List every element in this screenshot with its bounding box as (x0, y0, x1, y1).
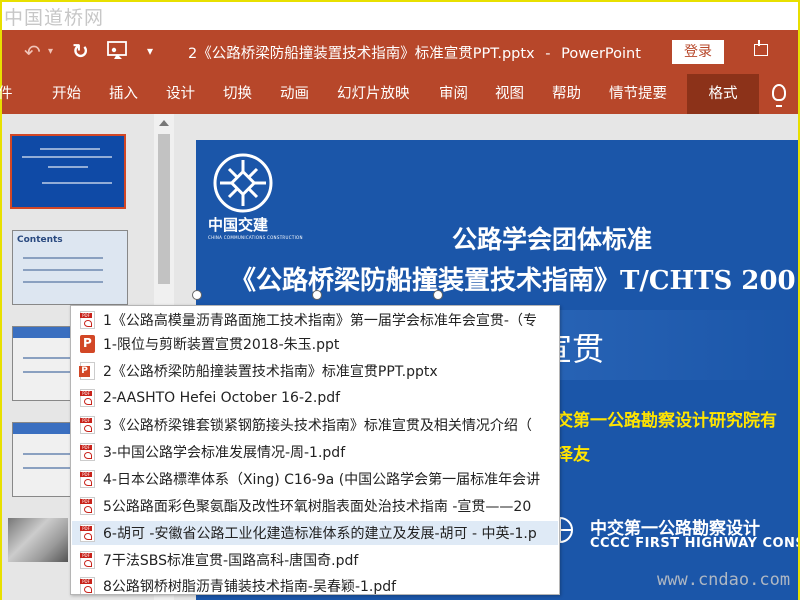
list-item[interactable]: PDF 3《公路桥梁锥套锁紧钢筋接头技术指南》标准宣贯及相关情况介绍（ (72, 413, 558, 437)
file-name: 6-胡可 -安徽省公路工业化建造标准体系的建立及发展-胡可 - 中英-1.p (103, 526, 537, 542)
redo-icon[interactable]: ↻ (72, 39, 89, 63)
list-item[interactable]: 1-限位与剪断装置宣贯2018-朱玉.ppt (72, 332, 558, 356)
scrollbar-thumb[interactable] (158, 134, 170, 284)
file-name: 4-日本公路標準体系（Xing) C16-9a (中国公路学会第一届标准年会讲 (103, 472, 541, 488)
tell-me-lightbulb-icon[interactable] (772, 84, 786, 107)
tab-design[interactable]: 设计 (166, 74, 195, 114)
tab-view[interactable]: 视图 (495, 74, 524, 114)
list-item[interactable]: PDF 2-AASHTO Hefei October 16-2.pdf (72, 386, 558, 410)
tab-review[interactable]: 审阅 (439, 74, 468, 114)
file-name: 5公路路面彩色聚氨酯及改性环氧树脂表面处治技术指南 -宣贯——20 (103, 499, 532, 515)
watermark-top: 中国道桥网 (4, 7, 105, 29)
file-name: 3-中国公路学会标准发展情况-周-1.pdf (103, 445, 346, 461)
pdf-file-icon: PDF (80, 497, 95, 515)
ppt-file-icon (80, 335, 95, 353)
pdf-file-icon: PDF (80, 524, 95, 542)
logo-text-cn: 中国交建 (208, 216, 269, 234)
pdf-file-icon: PDF (80, 443, 95, 461)
file-name: 1《公路高模量沥青路面施工技术指南》第一届学会标准年会宣贯-（专 (103, 313, 537, 329)
tab-slideshow[interactable]: 幻灯片放映 (337, 74, 410, 114)
undo-icon[interactable]: ↶ (24, 40, 41, 64)
ribbon-tabs: 件 开始 插入 设计 切换 动画 幻灯片放映 审阅 视图 帮助 情节提要 格式 (0, 74, 798, 114)
slide-subtitle[interactable]: 公路学会团体标准 (452, 220, 652, 256)
file-name: 2-AASHTO Hefei October 16-2.pdf (103, 390, 341, 406)
slide-presenter[interactable]: 泽友 (556, 440, 590, 465)
tab-format[interactable]: 格式 (687, 74, 759, 114)
corp-name-en: CCCC FIRST HIGHWAY CONSU (590, 536, 798, 551)
list-item[interactable]: PDF 1《公路高模量沥青路面施工技术指南》第一届学会标准年会宣贯-（专 (72, 308, 558, 332)
tab-help[interactable]: 帮助 (552, 74, 581, 114)
watermark-bottom: www.cndao.com (657, 570, 791, 590)
list-item[interactable]: PDF 8公路钢桥树脂沥青铺装技术指南-吴春颖-1.pdf (72, 574, 558, 595)
pptx-file-icon (79, 362, 95, 380)
tab-animations[interactable]: 动画 (280, 74, 309, 114)
app-name: PowerPoint (561, 46, 641, 62)
pdf-file-icon: PDF (80, 389, 95, 407)
pdf-file-icon: PDF (80, 470, 95, 488)
resize-handle-right[interactable] (433, 290, 443, 300)
cccc-logo-icon (213, 153, 273, 213)
tab-transitions[interactable]: 切换 (223, 74, 252, 114)
ribbon-display-options-icon[interactable] (754, 40, 768, 56)
present-from-start-icon[interactable] (106, 41, 130, 61)
file-name: 7干法SBS标准宣贯-国路高科-唐国奇.pdf (103, 553, 359, 569)
file-name: 1-限位与剪断装置宣贯2018-朱玉.ppt (103, 337, 340, 353)
document-title: 2《公路桥梁防船撞装置技术指南》标准宣贯PPT.pptx (188, 46, 535, 62)
window-title: 2《公路桥梁防船撞装置技术指南》标准宣贯PPT.pptx - PowerPoin… (188, 42, 641, 63)
resize-handle-left[interactable] (192, 290, 202, 300)
list-item[interactable]: PDF 5公路路面彩色聚氨酯及改性环氧树脂表面处治技术指南 -宣贯——20 (72, 494, 558, 518)
list-item-selected[interactable]: PDF 6-胡可 -安徽省公路工业化建造标准体系的建立及发展-胡可 - 中英-1… (72, 521, 558, 545)
logo-text-en: CHINA COMMUNICATIONS CONSTRUCTION (208, 235, 303, 240)
file-name: 2《公路桥梁防船撞装置技术指南》标准宣贯PPT.pptx (103, 364, 438, 380)
customize-toolbar-icon[interactable]: ▾ (147, 44, 153, 58)
slide-thumbnail-photo[interactable] (8, 518, 68, 562)
pdf-file-icon: PDF (80, 551, 95, 569)
slide-thumbnail-2[interactable]: Contents (12, 230, 128, 305)
list-item[interactable]: PDF 3-中国公路学会标准发展情况-周-1.pdf (72, 440, 558, 464)
tab-storyboarding[interactable]: 情节提要 (609, 74, 667, 114)
scroll-up-arrow-icon[interactable] (159, 120, 169, 126)
resize-handle-top[interactable] (312, 290, 322, 300)
list-item[interactable]: PDF 4-日本公路標準体系（Xing) C16-9a (中国公路学会第一届标准… (72, 467, 558, 491)
login-button[interactable]: 登录 (672, 40, 724, 64)
tab-home[interactable]: 开始 (52, 74, 81, 114)
list-item[interactable]: PDF 7干法SBS标准宣贯-国路高科-唐国奇.pdf (72, 548, 558, 572)
title-separator: - (545, 46, 551, 62)
file-list-popup: PDF 1《公路高模量沥青路面施工技术指南》第一届学会标准年会宣贯-（专 1-限… (70, 305, 560, 595)
tab-file[interactable]: 件 (0, 74, 13, 114)
pdf-file-icon: PDF (80, 311, 95, 329)
title-bar: ↶ ▾ ↻ ▾ 2《公路桥梁防船撞装置技术指南》标准宣贯PPT.pptx - P… (2, 30, 798, 74)
file-name: 8公路钢桥树脂沥青铺装技术指南-吴春颖-1.pdf (103, 579, 397, 595)
undo-dropdown-icon[interactable]: ▾ (48, 46, 53, 57)
slide-thumbnail-1[interactable] (10, 134, 126, 209)
slide-thumbnail-2-title: Contents (17, 235, 63, 245)
slide-organization[interactable]: 交第一公路勘察设计研究院有 (556, 406, 777, 431)
pdf-file-icon: PDF (80, 416, 95, 434)
list-item[interactable]: 2《公路桥梁防船撞装置技术指南》标准宣贯PPT.pptx (72, 359, 558, 383)
tab-insert[interactable]: 插入 (109, 74, 138, 114)
file-name: 3《公路桥梁锥套锁紧钢筋接头技术指南》标准宣贯及相关情况介绍（ (103, 418, 532, 434)
watermark-bar: 中国道桥网 (2, 2, 798, 30)
pdf-file-icon: PDF (80, 577, 95, 594)
